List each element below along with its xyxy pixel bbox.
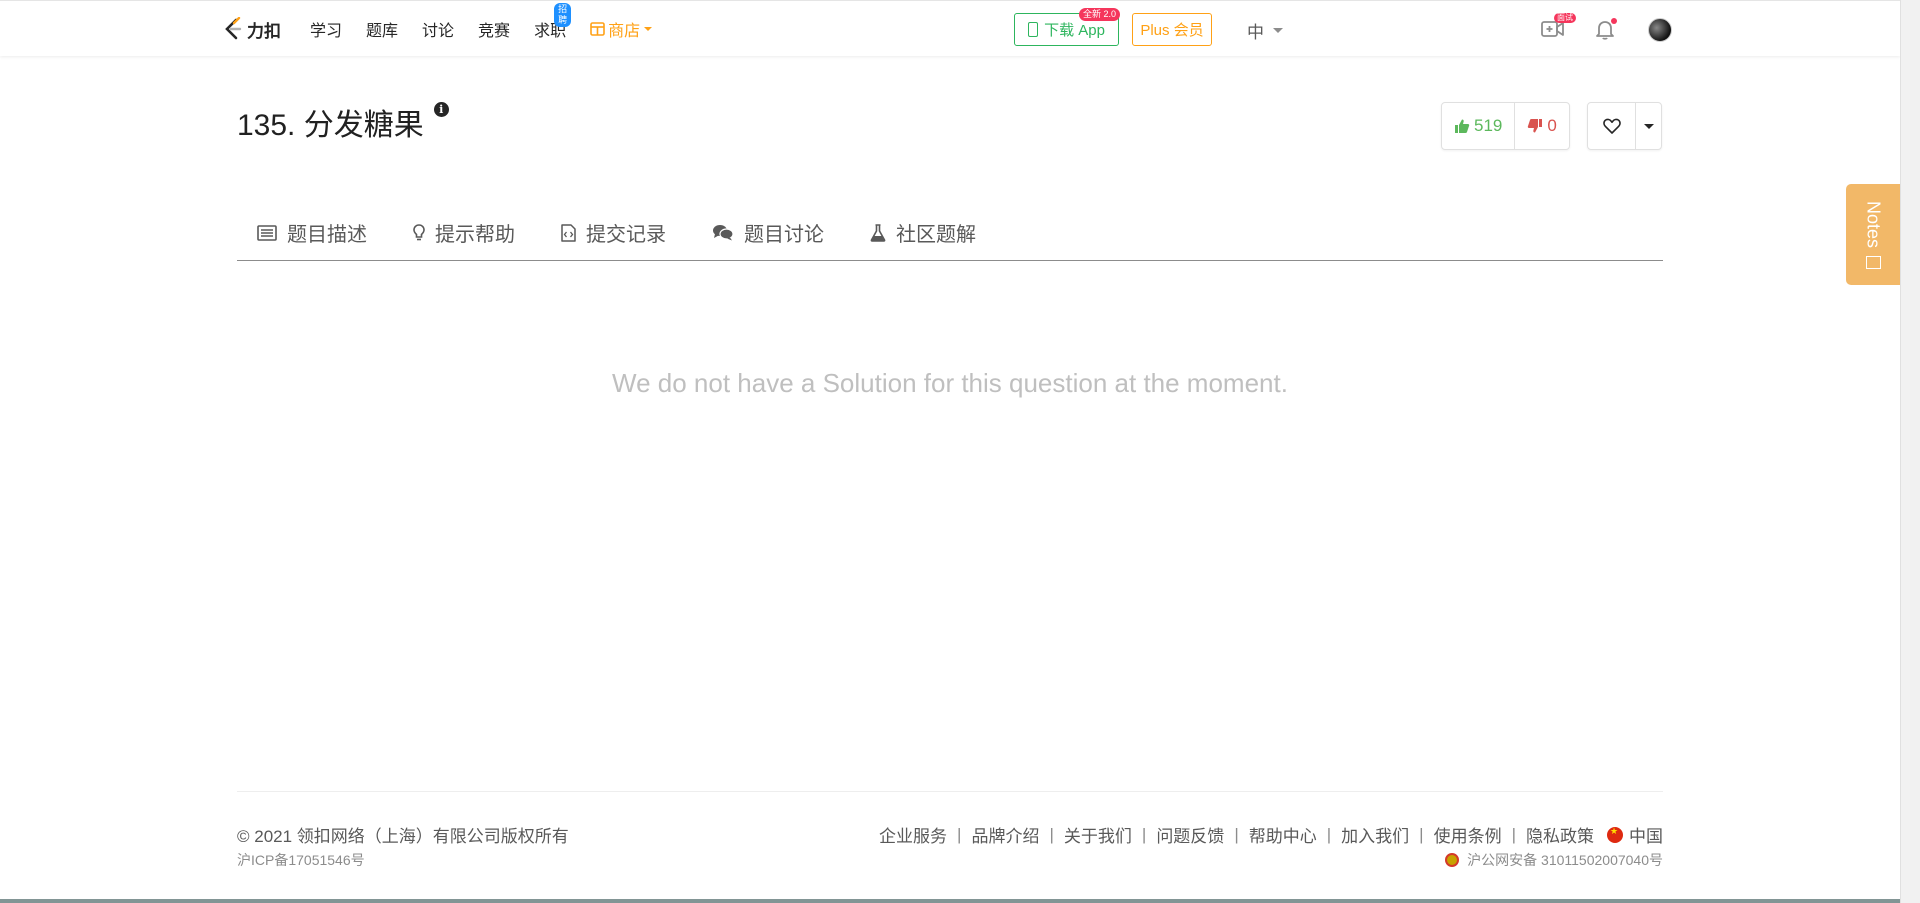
notifications-button[interactable] xyxy=(1593,17,1619,41)
problem-title-row: 135. 分发糖果 i xyxy=(237,100,449,144)
footer: © 2021 领扣网络（上海）有限公司版权所有 沪ICP备17051546号 企… xyxy=(237,791,1663,868)
copyright-text: © 2021 领扣网络（上海）有限公司版权所有 xyxy=(237,827,569,846)
phone-icon xyxy=(1028,22,1039,37)
interview-badge: 面试 xyxy=(1554,13,1576,23)
plus-member-button[interactable]: Plus 会员 xyxy=(1132,13,1212,46)
footer-link-jobs[interactable]: 加入我们 xyxy=(1341,822,1409,847)
download-app-label: 下载 App xyxy=(1044,22,1105,39)
tab-submissions[interactable]: 提交记录 xyxy=(561,218,666,247)
new-version-badge: 全新 2.0 xyxy=(1078,8,1120,21)
footer-link-brand[interactable]: 品牌介绍 xyxy=(971,822,1039,847)
footer-link-help[interactable]: 帮助中心 xyxy=(1249,822,1317,847)
china-flag-icon xyxy=(1607,826,1623,843)
footer-link-feedback[interactable]: 问题反馈 xyxy=(1156,822,1224,847)
nav-link-jobs[interactable]: 求职 招聘 xyxy=(534,3,572,41)
notes-label: Notes xyxy=(1863,201,1884,249)
empty-solution-message: We do not have a Solution for this quest… xyxy=(612,368,1288,398)
favorite-button[interactable] xyxy=(1588,103,1636,149)
navbar-inner: 力扣 学习 题库 讨论 竞赛 求职 招聘 商店 下载 App 全新 2.0 Pl… xyxy=(222,1,1672,57)
police-record-text: 沪公网安备 31011502007040号 xyxy=(1467,852,1663,868)
language-label: 中 xyxy=(1247,23,1264,42)
separator: | xyxy=(957,824,962,844)
download-app-button[interactable]: 下载 App 全新 2.0 xyxy=(1014,8,1120,46)
nav-link-contest[interactable]: 竞赛 xyxy=(478,17,510,41)
notes-tab[interactable]: Notes xyxy=(1846,184,1900,285)
flask-icon xyxy=(870,223,886,242)
tab-solutions[interactable]: 社区题解 xyxy=(870,218,976,247)
nav-link-store-label: 商店 xyxy=(608,23,641,40)
police-badge-icon xyxy=(1445,853,1460,867)
note-icon xyxy=(1865,255,1881,269)
region-selector[interactable]: 中国 xyxy=(1629,822,1663,847)
separator: | xyxy=(1511,824,1516,844)
footer-link-enterprise[interactable]: 企业服务 xyxy=(879,822,947,847)
tab-solutions-label: 社区题解 xyxy=(896,224,976,246)
list-icon xyxy=(257,224,277,241)
footer-links: 企业服务 | 品牌介绍 | 关于我们 | 问题反馈 | 帮助中心 | 加入我们 … xyxy=(879,822,1663,847)
favorite-group xyxy=(1587,102,1662,150)
footer-link-about[interactable]: 关于我们 xyxy=(1064,822,1132,847)
heart-icon xyxy=(1602,118,1621,134)
tab-discussion[interactable]: 题目讨论 xyxy=(712,218,824,247)
separator: | xyxy=(1049,824,1054,844)
nav-link-discuss[interactable]: 讨论 xyxy=(422,17,454,41)
comments-icon xyxy=(713,225,734,241)
leetcode-logo[interactable]: 力扣 xyxy=(222,15,281,43)
like-count: 519 xyxy=(1474,116,1503,135)
chevron-down-icon xyxy=(1273,28,1283,33)
separator: | xyxy=(1141,824,1147,844)
nav-link-store[interactable]: 商店 xyxy=(590,17,653,41)
nav-links: 学习 题库 讨论 竞赛 求职 招聘 商店 xyxy=(310,1,676,57)
separator: | xyxy=(1419,824,1424,844)
notification-dot xyxy=(1611,18,1617,24)
thumbs-down-icon xyxy=(1528,119,1543,133)
footer-link-terms[interactable]: 使用条例 xyxy=(1434,822,1502,847)
hire-badge: 招聘 xyxy=(554,3,572,27)
police-record-link[interactable]: 沪公网安备 31011502007040号 xyxy=(1445,850,1663,870)
interview-button[interactable]: 面试 xyxy=(1540,13,1576,41)
thumbs-up-icon xyxy=(1455,119,1470,133)
chevron-down-icon xyxy=(1643,123,1654,129)
logo-text: 力扣 xyxy=(247,21,281,41)
like-button[interactable]: 519 xyxy=(1442,103,1516,149)
footer-link-privacy[interactable]: 隐私政策 xyxy=(1526,822,1594,847)
leetcode-logo-icon xyxy=(225,17,242,40)
page-scrollbar[interactable] xyxy=(1900,0,1920,903)
dislike-count: 0 xyxy=(1547,116,1557,135)
language-selector[interactable]: 中 xyxy=(1247,18,1283,43)
separator: | xyxy=(1326,824,1332,844)
problem-tabs: 题目描述 提示帮助 提交记录 题目讨论 社区题解 xyxy=(237,205,1663,261)
nav-link-learn[interactable]: 学习 xyxy=(310,17,342,41)
info-icon[interactable]: i xyxy=(433,102,449,117)
top-navbar: 力扣 学习 题库 讨论 竞赛 求职 招聘 商店 下载 App 全新 2.0 Pl… xyxy=(0,0,1900,56)
icp-record-link[interactable]: 沪ICP备17051546号 xyxy=(237,850,365,870)
nav-link-problemset[interactable]: 题库 xyxy=(366,17,398,41)
dislike-button[interactable]: 0 xyxy=(1515,103,1568,149)
chevron-down-icon xyxy=(644,27,653,31)
favorite-dropdown-button[interactable] xyxy=(1636,103,1661,149)
problem-title: 135. 分发糖果 xyxy=(237,109,424,142)
tab-hints[interactable]: 提示帮助 xyxy=(413,218,515,247)
tab-description-label: 题目描述 xyxy=(287,224,367,246)
lightbulb-icon xyxy=(413,223,425,240)
vote-group: 519 0 xyxy=(1441,102,1570,150)
separator: | xyxy=(1234,824,1239,844)
window-bottom-edge xyxy=(0,899,1900,903)
tab-description[interactable]: 题目描述 xyxy=(257,218,367,247)
tab-discussion-label: 题目讨论 xyxy=(744,224,824,246)
tab-submissions-label: 提交记录 xyxy=(586,224,666,246)
tab-hints-label: 提示帮助 xyxy=(435,224,515,246)
code-file-icon xyxy=(561,223,576,242)
store-icon xyxy=(590,22,605,36)
user-avatar[interactable] xyxy=(1648,18,1672,42)
